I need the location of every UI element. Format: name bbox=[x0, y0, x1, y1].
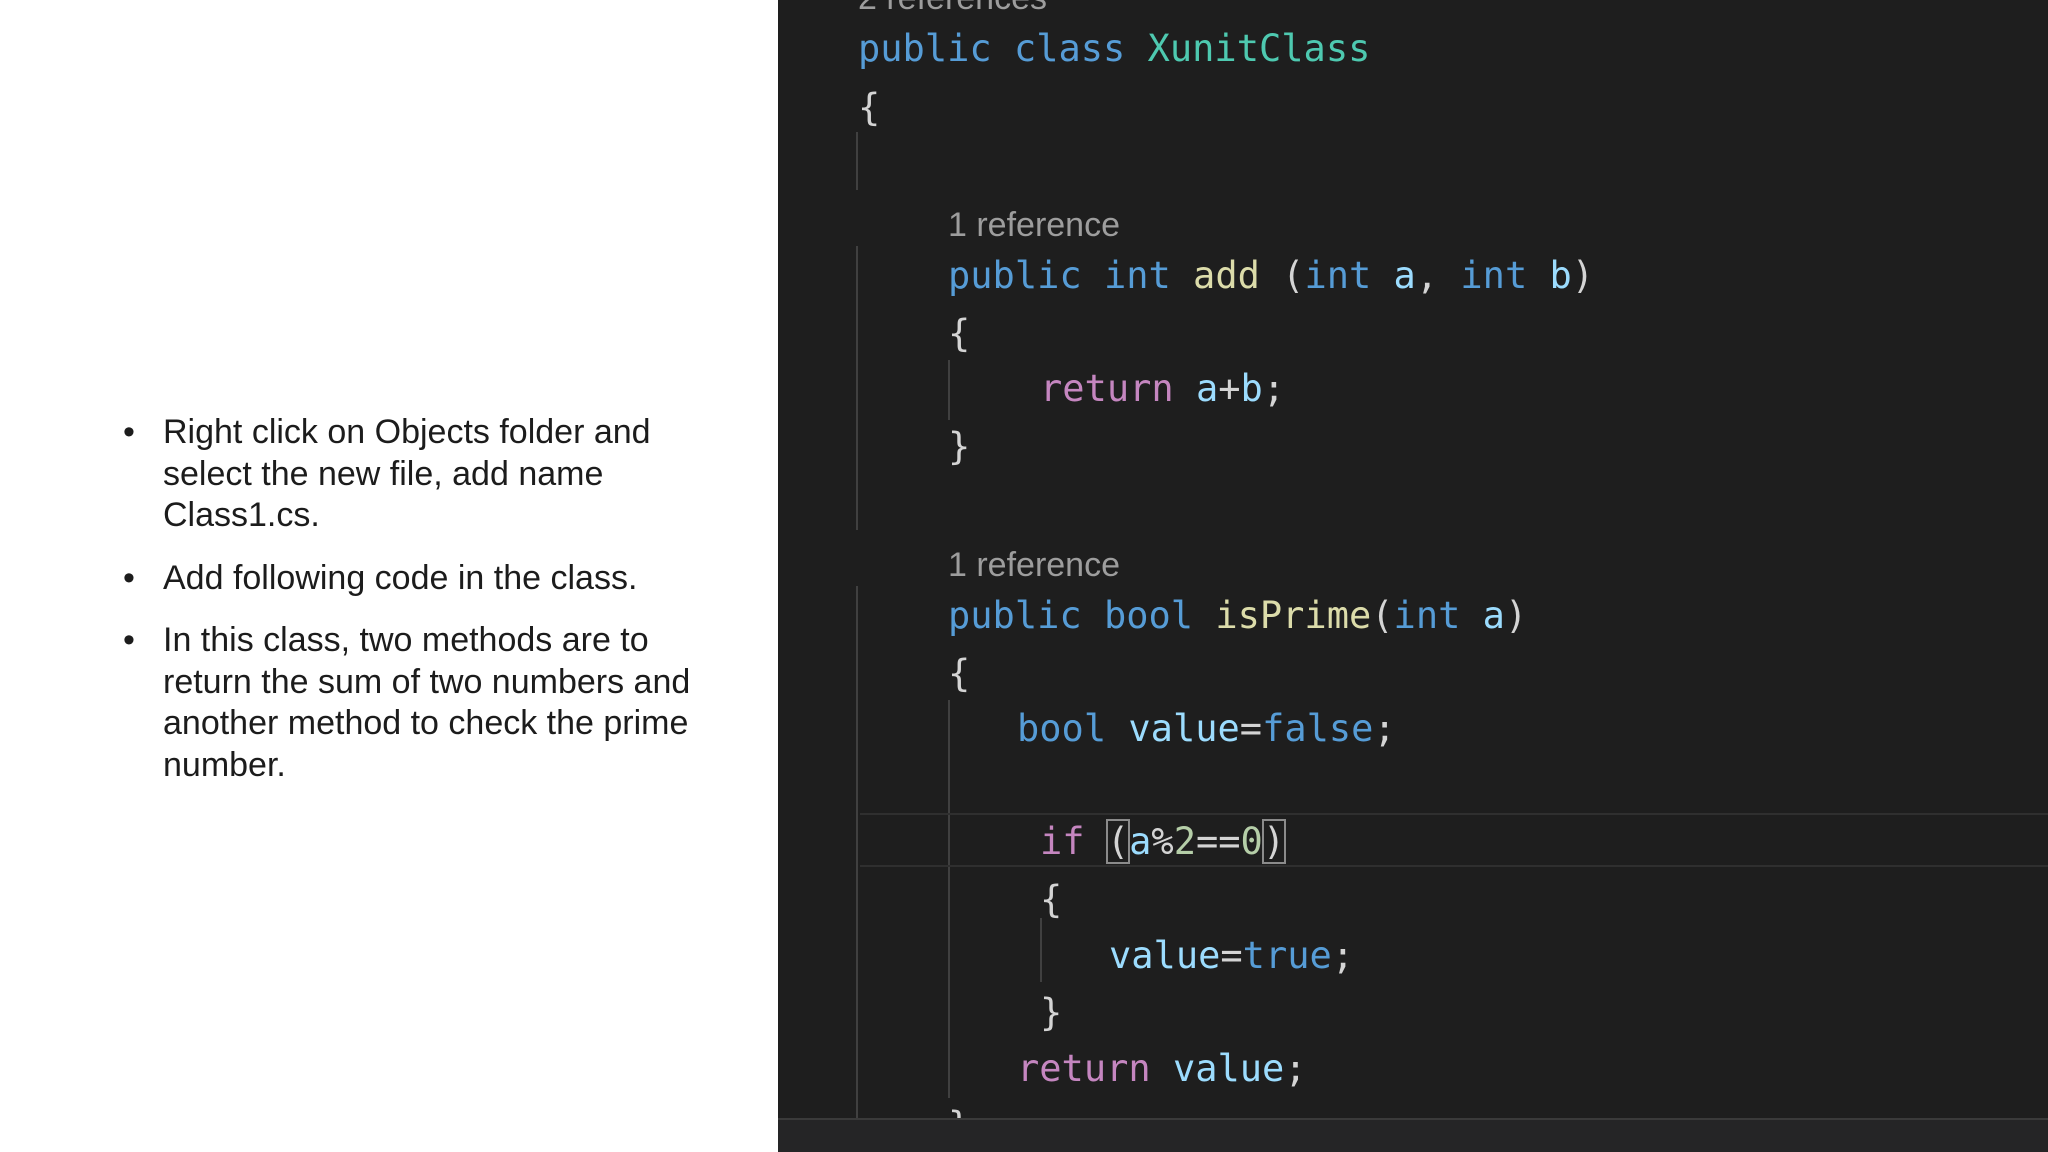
code-line-brace: } bbox=[1040, 991, 1063, 1034]
token-keyword: bool bbox=[1017, 707, 1107, 750]
token-literal: false bbox=[1262, 707, 1374, 750]
indent-guide bbox=[856, 246, 858, 530]
current-line-highlight bbox=[860, 813, 2048, 867]
codelens-references[interactable]: 1 reference bbox=[948, 205, 1120, 245]
codelens-references[interactable]: 2 references bbox=[858, 0, 1047, 18]
token-number: 2 bbox=[1173, 820, 1196, 863]
token-variable: value bbox=[1172, 1047, 1285, 1090]
bullet-text: Right click on Objects folder and select… bbox=[163, 413, 651, 534]
indent-guide bbox=[948, 700, 950, 1098]
token-variable: a bbox=[1195, 367, 1219, 410]
instruction-bullets: • Right click on Objects folder and sele… bbox=[118, 412, 718, 807]
token-punctuation: ) bbox=[1504, 594, 1528, 637]
token-variable: a bbox=[1129, 820, 1152, 863]
token-operator: + bbox=[1218, 367, 1241, 410]
token-control-keyword: return bbox=[1017, 1047, 1151, 1090]
token-control-keyword: return bbox=[1040, 367, 1174, 410]
token-keyword: int bbox=[1393, 594, 1461, 637]
indent-guide bbox=[856, 132, 858, 190]
bullet-text: In this class, two methods are to return… bbox=[163, 621, 691, 784]
code-line-value-declaration: bool value=false; bbox=[1017, 707, 1396, 751]
token-method-name: isPrime bbox=[1215, 594, 1372, 637]
token-parameter: a bbox=[1482, 594, 1505, 637]
token-punctuation: ; bbox=[1284, 1047, 1307, 1090]
token-operator: == bbox=[1195, 820, 1241, 863]
token-bracket-match: ) bbox=[1261, 819, 1287, 864]
codelens-references[interactable]: 1 reference bbox=[948, 545, 1120, 585]
code-line-brace: { bbox=[858, 86, 881, 129]
token-variable: value bbox=[1128, 707, 1240, 750]
token-operator: = bbox=[1239, 707, 1263, 750]
token-operator: = bbox=[1220, 934, 1243, 977]
token-literal: true bbox=[1242, 934, 1332, 977]
code-line-brace: { bbox=[948, 652, 971, 695]
token-keyword: public bbox=[948, 594, 1082, 637]
bullet-text: Add following code in the class. bbox=[163, 558, 638, 597]
token-punctuation: ) bbox=[1571, 254, 1595, 297]
editor-bottom-bar bbox=[778, 1118, 2048, 1152]
token-keyword: class bbox=[1013, 27, 1126, 70]
code-line-brace: { bbox=[1040, 878, 1063, 921]
bullet-item: • Add following code in the class. bbox=[118, 558, 718, 600]
token-keyword: public bbox=[948, 254, 1082, 297]
bullet-dot: • bbox=[123, 558, 135, 597]
bullet-item: • In this class, two methods are to retu… bbox=[118, 620, 718, 786]
code-line-return-value: return value; bbox=[1017, 1047, 1307, 1091]
token-operator: % bbox=[1151, 820, 1174, 863]
bullet-item: • Right click on Objects folder and sele… bbox=[118, 412, 718, 537]
token-parameter: a bbox=[1393, 254, 1416, 297]
code-line-add-signature: public int add (int a, int b) bbox=[948, 254, 1594, 298]
token-punctuation: ; bbox=[1262, 367, 1286, 410]
token-keyword: bool bbox=[1103, 594, 1194, 637]
token-method-name: add bbox=[1193, 254, 1260, 297]
indent-guide bbox=[1040, 918, 1042, 982]
token-keyword: int bbox=[1304, 254, 1372, 297]
code-line-brace: } bbox=[948, 425, 971, 468]
token-variable: b bbox=[1240, 367, 1263, 410]
code-line-if-condition: if (a%2==0) bbox=[1040, 819, 1287, 864]
indent-guide bbox=[948, 360, 950, 420]
indent-guide bbox=[856, 586, 858, 1120]
code-line-class-declaration: public class XunitClass bbox=[858, 27, 1370, 71]
code-line-brace: { bbox=[948, 312, 971, 355]
code-line-value-assignment: value=true; bbox=[1109, 934, 1354, 978]
slide: • Right click on Objects folder and sele… bbox=[0, 0, 2048, 1152]
token-keyword: public bbox=[858, 27, 992, 70]
token-control-keyword: if bbox=[1040, 820, 1085, 863]
token-punctuation: ( bbox=[1259, 254, 1305, 297]
token-class-name: XunitClass bbox=[1147, 27, 1371, 70]
token-keyword: int bbox=[1460, 254, 1528, 297]
token-bracket-match: ( bbox=[1105, 819, 1131, 864]
code-line-isprime-signature: public bool isPrime(int a) bbox=[948, 594, 1527, 638]
code-editor-screenshot: 2 references public class XunitClass { 1… bbox=[778, 0, 2048, 1152]
bullet-dot: • bbox=[123, 413, 135, 451]
bullet-dot: • bbox=[123, 621, 135, 659]
token-parameter: b bbox=[1549, 254, 1572, 297]
token-punctuation: ( bbox=[1371, 594, 1394, 637]
token-number: 0 bbox=[1240, 820, 1263, 863]
token-variable: value bbox=[1109, 934, 1221, 977]
token-punctuation: , bbox=[1415, 254, 1461, 297]
token-keyword: int bbox=[1103, 254, 1171, 297]
code-line-return-sum: return a+b; bbox=[1040, 367, 1285, 411]
token-punctuation: ; bbox=[1331, 934, 1355, 977]
token-punctuation: ; bbox=[1373, 707, 1396, 750]
